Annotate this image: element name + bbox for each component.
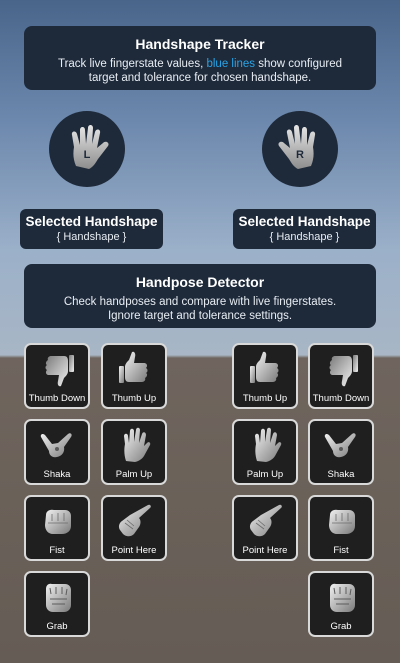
palm-up-icon bbox=[115, 425, 155, 465]
pose-label: Thumb Up bbox=[242, 393, 288, 404]
pose-label: Palm Up bbox=[115, 469, 153, 480]
point-here-icon bbox=[246, 501, 286, 541]
selected-handshape-right-value: { Handshape } bbox=[269, 231, 340, 243]
grab-icon bbox=[322, 577, 362, 617]
shaka-icon bbox=[38, 425, 78, 465]
pose-label: Point Here bbox=[242, 545, 288, 556]
handpose-detector-description-line1: Check handposes and compare with live fi… bbox=[63, 296, 337, 308]
handpose-detector-description-line2: Ignore target and tolerance settings. bbox=[107, 310, 293, 322]
pose-tile-right-fist[interactable]: Fist bbox=[308, 495, 374, 561]
selected-handshape-left-value: { Handshape } bbox=[56, 231, 127, 243]
grab-icon bbox=[38, 577, 78, 617]
handshape-tracker-title: Handshape Tracker bbox=[135, 36, 265, 52]
handpose-detector-title: Handpose Detector bbox=[135, 274, 265, 290]
pose-tile-right-shaka[interactable]: Shaka bbox=[308, 419, 374, 485]
pose-tile-left-grab[interactable]: Grab bbox=[24, 571, 90, 637]
right-hand-label: R bbox=[296, 149, 304, 161]
blue-lines-highlight: blue lines bbox=[206, 58, 256, 70]
pose-label: Grab bbox=[46, 621, 68, 632]
pose-label: Fist bbox=[49, 545, 65, 556]
tracker-desc-start: Track live fingerstate values, bbox=[57, 58, 207, 70]
pose-tile-right-thumb-down[interactable]: Thumb Down bbox=[308, 343, 374, 409]
pose-label: Point Here bbox=[111, 545, 157, 556]
pose-label: Grab bbox=[330, 621, 352, 632]
left-hand-icon: L bbox=[71, 125, 109, 169]
fist-icon bbox=[38, 501, 78, 541]
pose-label: Thumb Up bbox=[111, 393, 157, 404]
pose-label: Shaka bbox=[43, 469, 71, 480]
thumb-down-icon bbox=[322, 349, 362, 389]
thumb-up-icon bbox=[246, 349, 286, 389]
pose-label: Thumb Down bbox=[312, 393, 370, 404]
thumb-down-icon bbox=[38, 349, 78, 389]
selected-handshape-right-title: Selected Handshape bbox=[238, 214, 371, 229]
tracker-desc-end: show configured bbox=[255, 58, 343, 70]
pose-label: Fist bbox=[333, 545, 349, 556]
pose-label: Palm Up bbox=[246, 469, 284, 480]
handpose-detector-panel: Handpose Detector Check handposes and co… bbox=[24, 264, 376, 328]
pose-tile-left-point-here[interactable]: Point Here bbox=[101, 495, 167, 561]
right-hand-icon: R bbox=[278, 125, 316, 169]
pose-tile-left-thumb-down[interactable]: Thumb Down bbox=[24, 343, 90, 409]
selected-handshape-left: Selected Handshape { Handshape } bbox=[20, 209, 163, 249]
left-hand-label: L bbox=[84, 149, 91, 161]
shaka-icon bbox=[322, 425, 362, 465]
pose-label: Thumb Down bbox=[28, 393, 86, 404]
pose-tile-right-grab[interactable]: Grab bbox=[308, 571, 374, 637]
pose-tile-right-palm-up[interactable]: Palm Up bbox=[232, 419, 298, 485]
pose-tile-left-shaka[interactable]: Shaka bbox=[24, 419, 90, 485]
point-here-icon bbox=[115, 501, 155, 541]
left-hand-tracker: L bbox=[49, 111, 125, 187]
pose-label: Shaka bbox=[327, 469, 355, 480]
fist-icon bbox=[322, 501, 362, 541]
pose-tile-right-thumb-up[interactable]: Thumb Up bbox=[232, 343, 298, 409]
handshape-tracker-description-line2: target and tolerance for chosen handshap… bbox=[88, 72, 312, 84]
pose-tile-right-point-here[interactable]: Point Here bbox=[232, 495, 298, 561]
handshape-tracker-panel: Handshape Tracker Track live fingerstate… bbox=[24, 26, 376, 90]
thumb-up-icon bbox=[115, 349, 155, 389]
right-hand-tracker: R bbox=[262, 111, 338, 187]
pose-tile-left-fist[interactable]: Fist bbox=[24, 495, 90, 561]
handshape-tracker-description: Track live fingerstate values, blue line… bbox=[24, 57, 376, 71]
palm-up-icon bbox=[246, 425, 286, 465]
pose-tile-left-thumb-up[interactable]: Thumb Up bbox=[101, 343, 167, 409]
pose-tile-left-palm-up[interactable]: Palm Up bbox=[101, 419, 167, 485]
selected-handshape-right: Selected Handshape { Handshape } bbox=[233, 209, 376, 249]
selected-handshape-left-title: Selected Handshape bbox=[25, 214, 158, 229]
